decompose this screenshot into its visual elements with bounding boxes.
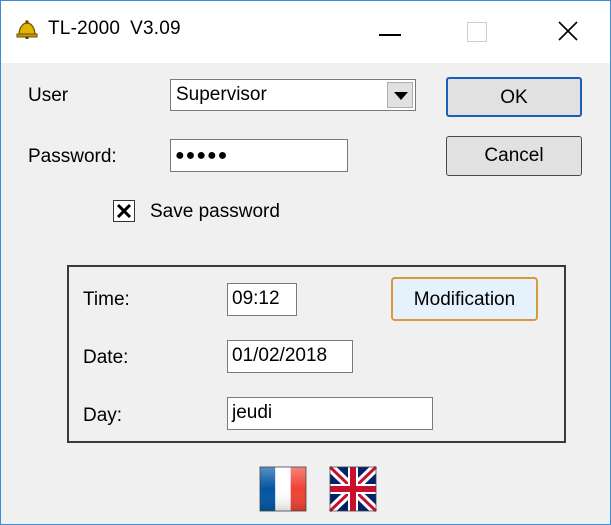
password-mask: ●●●●● bbox=[175, 147, 229, 164]
maximize-button[interactable] bbox=[439, 1, 511, 63]
bell-icon bbox=[16, 20, 38, 39]
check-x-icon bbox=[116, 203, 132, 219]
minimize-button[interactable] bbox=[357, 1, 429, 63]
modification-button[interactable]: Modification bbox=[391, 277, 538, 321]
user-label: User bbox=[28, 85, 69, 106]
user-select[interactable]: Supervisor bbox=[170, 79, 416, 111]
uk-flag-icon[interactable] bbox=[329, 466, 377, 512]
date-label: Date: bbox=[83, 347, 129, 368]
window-title: TL-2000 V3.09 bbox=[48, 18, 181, 40]
title-bar[interactable]: TL-2000 V3.09 bbox=[1, 1, 610, 63]
close-icon bbox=[558, 21, 578, 41]
cancel-button[interactable]: Cancel bbox=[446, 136, 582, 176]
password-field[interactable]: ●●●●● bbox=[170, 139, 348, 172]
user-select-value: Supervisor bbox=[176, 84, 267, 105]
app-name: TL-2000 bbox=[48, 18, 121, 39]
time-label: Time: bbox=[83, 289, 130, 310]
save-password-checkbox[interactable] bbox=[113, 200, 135, 222]
minimize-icon bbox=[379, 34, 401, 36]
password-label: Password: bbox=[28, 146, 117, 167]
day-label: Day: bbox=[83, 405, 123, 426]
day-field[interactable]: jeudi bbox=[227, 397, 433, 430]
app-version: V3.09 bbox=[130, 18, 181, 39]
chevron-down-icon[interactable] bbox=[387, 82, 413, 108]
time-field[interactable]: 09:12 bbox=[227, 283, 297, 316]
french-flag-icon[interactable] bbox=[259, 466, 307, 512]
date-field[interactable]: 01/02/2018 bbox=[227, 340, 353, 373]
login-dialog: TL-2000 V3.09 User Supervisor OK Password… bbox=[0, 0, 611, 525]
ok-button[interactable]: OK bbox=[446, 77, 582, 117]
maximize-icon bbox=[467, 22, 487, 42]
save-password-label[interactable]: Save password bbox=[150, 201, 280, 223]
close-button[interactable] bbox=[535, 1, 607, 63]
